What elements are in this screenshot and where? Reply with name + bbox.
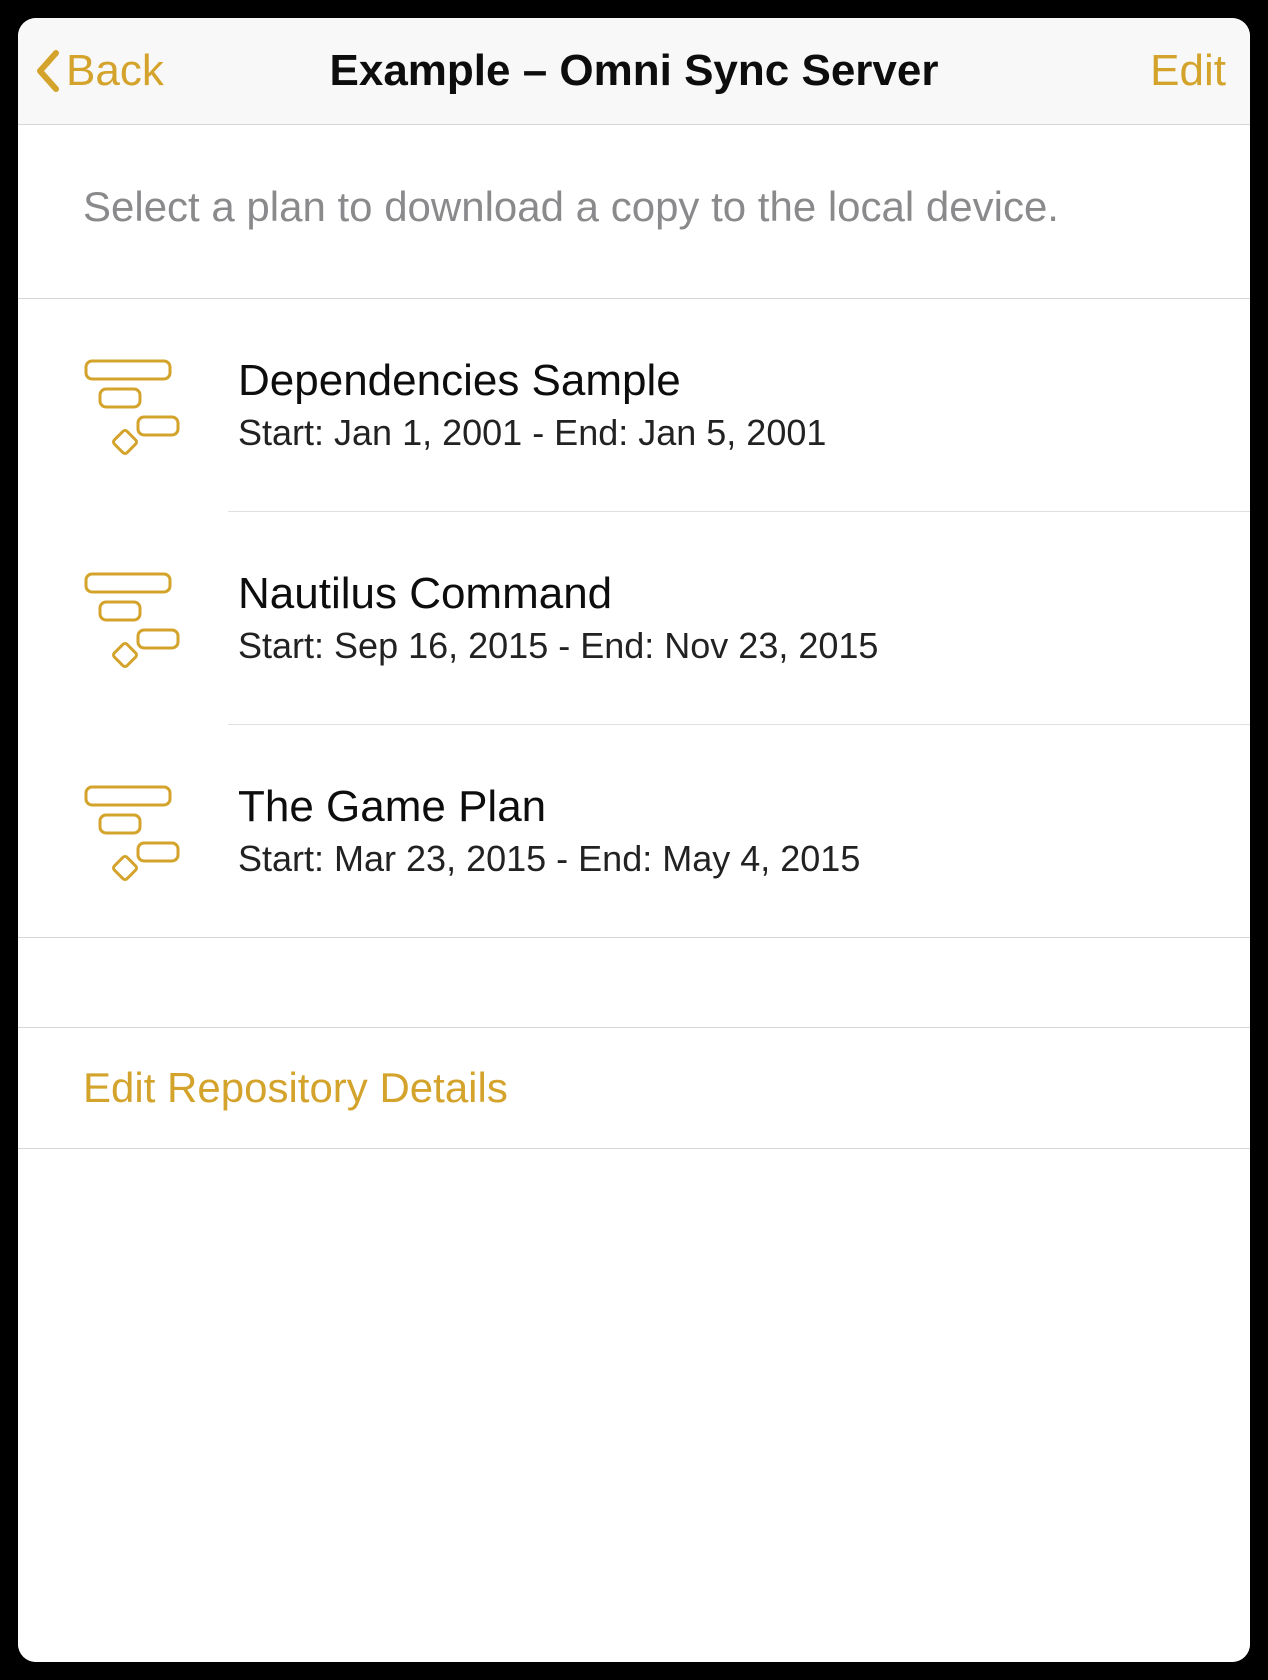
device-frame: Back Example – Omni Sync Server Edit Sel… xyxy=(18,18,1250,1662)
plan-text: The Game Plan Start: Mar 23, 2015 - End:… xyxy=(238,782,860,880)
nav-bar: Back Example – Omni Sync Server Edit xyxy=(18,18,1250,125)
plan-item[interactable]: Nautilus Command Start: Sep 16, 2015 - E… xyxy=(18,512,1250,724)
plan-item[interactable]: Dependencies Sample Start: Jan 1, 2001 -… xyxy=(18,299,1250,511)
chevron-left-icon xyxy=(34,49,62,93)
plan-subtitle: Start: Sep 16, 2015 - End: Nov 23, 2015 xyxy=(238,625,878,667)
gantt-plan-icon xyxy=(80,781,190,881)
list-end-spacer xyxy=(18,937,1250,1027)
back-button[interactable]: Back xyxy=(34,46,164,96)
plan-subtitle: Start: Jan 1, 2001 - End: Jan 5, 2001 xyxy=(238,412,826,454)
instruction-text: Select a plan to download a copy to the … xyxy=(18,125,1250,299)
plan-subtitle: Start: Mar 23, 2015 - End: May 4, 2015 xyxy=(238,838,860,880)
plan-item[interactable]: The Game Plan Start: Mar 23, 2015 - End:… xyxy=(18,725,1250,937)
edit-repository-details-button[interactable]: Edit Repository Details xyxy=(83,1064,1185,1112)
plan-text: Dependencies Sample Start: Jan 1, 2001 -… xyxy=(238,356,826,454)
gantt-plan-icon xyxy=(80,568,190,668)
page-title: Example – Omni Sync Server xyxy=(330,46,939,96)
plan-title: The Game Plan xyxy=(238,782,860,832)
back-label: Back xyxy=(66,46,164,96)
plan-text: Nautilus Command Start: Sep 16, 2015 - E… xyxy=(238,569,878,667)
content-area: Select a plan to download a copy to the … xyxy=(18,125,1250,1662)
plan-title: Dependencies Sample xyxy=(238,356,826,406)
gantt-plan-icon xyxy=(80,355,190,455)
footer-link-block: Edit Repository Details xyxy=(18,1027,1250,1149)
plan-list: Dependencies Sample Start: Jan 1, 2001 -… xyxy=(18,299,1250,937)
edit-button[interactable]: Edit xyxy=(1150,46,1226,96)
plan-title: Nautilus Command xyxy=(238,569,878,619)
